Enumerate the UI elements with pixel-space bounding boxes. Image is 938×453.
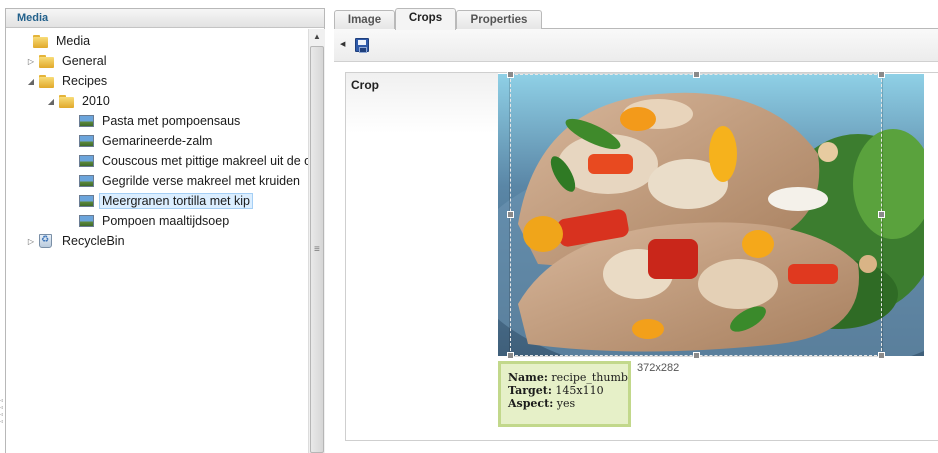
collapse-arrow-icon[interactable]: ◀ [340,40,345,48]
collapse-arrow-icon[interactable]: ◢ [26,77,36,86]
recycle-bin-icon [39,234,52,248]
tree-node-label: Recipes [62,74,108,88]
crop-handle-s[interactable] [693,352,700,359]
expand-arrow-icon[interactable]: ▷ [26,237,36,246]
tree-node-recyclebin[interactable]: ▷ RecycleBin [26,231,128,251]
crop-handle-se[interactable] [878,352,885,359]
name-value: recipe_thumb [551,371,628,384]
image-icon [79,175,94,187]
target-value: 145x110 [555,384,604,397]
crop-editor: Crop 372x282 Name: recipe_thumb Target: … [345,71,938,441]
panel-resize-grip-icon[interactable]: ◃ ◃ ◃ ◃ [0,398,6,426]
media-panel: Media ▸ Media ▷ General ◢ Recipes ◢ 2010… [5,8,325,453]
crop-selection-box[interactable] [507,71,885,359]
crop-handle-w[interactable] [507,211,514,218]
tree-node-label: RecycleBin [62,234,125,248]
tree-node-label: General [62,54,107,68]
tree-node-2010[interactable]: ◢ 2010 [46,91,113,111]
crop-name-line: Name: recipe_thumb [508,371,628,384]
editor-panel: Image Crops Properties ◀ Crop 372x282 Na… [334,8,938,453]
scrollbar-thumb[interactable]: ≡ [310,46,324,453]
tree-node-label: Media [56,34,91,48]
tree-scrollbar[interactable]: ▲ ≡ [308,29,325,453]
tab-properties[interactable]: Properties [456,10,542,29]
crop-handle-nw[interactable] [507,71,514,78]
image-icon [79,135,94,147]
editor-tabs: Image Crops Properties [334,8,938,30]
tree-node-label: Gemarineerde-zalm [102,134,213,148]
folder-icon [39,54,54,68]
folder-icon [59,94,74,108]
grip-icon: ≡ [314,244,320,255]
tree-node-label: Gegrilde verse makreel met kruiden [102,174,300,188]
crop-handle-n[interactable] [693,71,700,78]
crop-info-box: Name: recipe_thumb Target: 145x110 Aspec… [498,361,631,427]
save-icon[interactable] [355,38,369,53]
tree-node-image[interactable]: Pompoen maaltijdsoep [75,211,232,231]
tab-image[interactable]: Image [334,10,395,29]
toolbar: ◀ [334,29,938,62]
tree-node-label: 2010 [82,94,110,108]
name-label: Name: [508,371,548,384]
media-panel-title: Media [6,9,324,28]
tree-node-image[interactable]: Pasta met pompoensaus [75,111,243,131]
crop-target-line: Target: 145x110 [508,384,628,397]
tree-node-image[interactable]: Gegrilde verse makreel met kruiden [75,171,303,191]
image-icon [79,195,94,207]
crop-handle-e[interactable] [878,211,885,218]
crop-label-column: Crop [346,73,498,133]
aspect-value: yes [556,397,576,410]
crop-section-label: Crop [351,78,379,92]
aspect-label: Aspect: [508,397,554,410]
tree-node-general[interactable]: ▷ General [26,51,109,71]
image-icon [79,215,94,227]
tree-node-image-selected[interactable]: Meergranen tortilla met kip [75,191,253,211]
tree-node-label: Meergranen tortilla met kip [99,193,253,209]
image-icon [79,155,94,167]
image-icon [79,115,94,127]
folder-icon [39,74,54,88]
tab-crops[interactable]: Crops [395,8,456,30]
tree-node-image[interactable]: Couscous met pittige makreel uit de o [75,151,308,171]
collapse-arrow-icon[interactable]: ◢ [46,97,56,106]
crop-handle-ne[interactable] [878,71,885,78]
crop-aspect-line: Aspect: yes [508,397,628,410]
tree-node-media[interactable]: ▸ Media [20,31,93,51]
folder-icon [33,34,48,48]
crop-handle-sw[interactable] [507,352,514,359]
tree-node-image[interactable]: Gemarineerde-zalm [75,131,215,151]
crop-dimensions: 372x282 [637,362,680,374]
media-tree: ▸ Media ▷ General ◢ Recipes ◢ 2010 Pasta… [6,29,308,453]
expand-arrow-icon[interactable]: ▷ [26,57,36,66]
tree-node-label: Pompoen maaltijdsoep [102,214,230,228]
scroll-up-arrow-icon[interactable]: ▲ [309,29,325,45]
target-label: Target: [508,384,552,397]
tree-node-label: Couscous met pittige makreel uit de o [102,154,308,168]
tree-node-label: Pasta met pompoensaus [102,114,241,128]
tree-node-recipes[interactable]: ◢ Recipes [26,71,110,91]
